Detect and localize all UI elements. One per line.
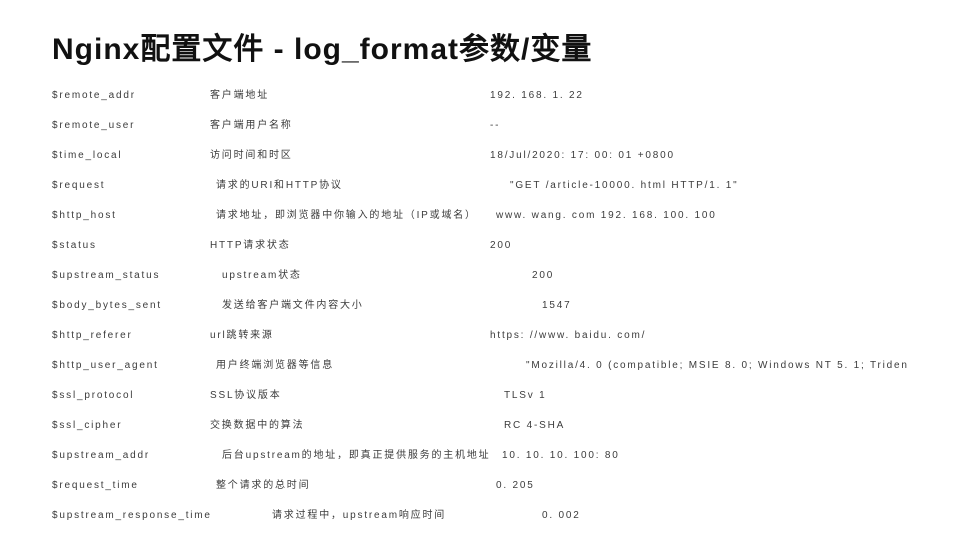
var-example: "GET /article-10000. html HTTP/1. 1" [496, 180, 908, 191]
table-row: $remote_user 客户端用户名称 -- [52, 116, 908, 131]
var-name: $upstream_status [52, 270, 210, 281]
table-row: $http_user_agent 用户终端浏览器等信息 "Mozilla/4. … [52, 356, 908, 371]
var-example: 0. 205 [496, 480, 908, 491]
var-name: $body_bytes_sent [52, 300, 210, 311]
var-desc: 发送给客户端文件内容大小 [210, 296, 502, 311]
var-name: $http_referer [52, 330, 210, 341]
var-example: RC 4-SHA [490, 420, 908, 431]
var-example: 200 [502, 270, 908, 281]
var-example: 1547 [502, 300, 908, 311]
var-desc: 后台upstream的地址，即真正提供服务的主机地址 [210, 446, 502, 461]
var-desc: 客户端地址 [210, 86, 490, 101]
var-example: https: //www. baidu. com/ [490, 330, 908, 341]
var-desc: 客户端用户名称 [210, 116, 490, 131]
table-row: $remote_addr 客户端地址 192. 168. 1. 22 [52, 86, 908, 101]
var-example: 0. 002 [512, 510, 908, 521]
var-example: 10. 10. 10. 100: 80 [502, 450, 908, 461]
var-name: $ssl_cipher [52, 420, 210, 431]
var-name: $upstream_addr [52, 450, 210, 461]
table-row: $body_bytes_sent 发送给客户端文件内容大小 1547 [52, 296, 908, 311]
table-row: $upstream_status upstream状态 200 [52, 266, 908, 281]
param-table: $remote_addr 客户端地址 192. 168. 1. 22 $remo… [52, 86, 908, 521]
page-title: Nginx配置文件 - log_format参数/变量 [52, 24, 908, 68]
slide: Nginx配置文件 - log_format参数/变量 $remote_addr… [0, 0, 960, 521]
var-name: $status [52, 240, 210, 251]
table-row: $http_host 请求地址，即浏览器中你输入的地址（IP或域名） www. … [52, 206, 908, 221]
table-row: $time_local 访问时间和时区 18/Jul/2020: 17: 00:… [52, 146, 908, 161]
var-desc: 请求的URI和HTTP协议 [210, 176, 496, 191]
var-desc: 交换数据中的算法 [210, 416, 490, 431]
var-desc: 请求地址，即浏览器中你输入的地址（IP或域名） [210, 206, 496, 221]
var-name: $remote_addr [52, 90, 210, 101]
var-name: $remote_user [52, 120, 210, 131]
table-row: $upstream_response_time 请求过程中，upstream响应… [52, 506, 908, 521]
var-desc: 用户终端浏览器等信息 [210, 356, 496, 371]
table-row: $upstream_addr 后台upstream的地址，即真正提供服务的主机地… [52, 446, 908, 461]
var-desc: SSL协议版本 [210, 386, 490, 401]
var-desc: 请求过程中，upstream响应时间 [272, 506, 512, 521]
table-row: $request_time 整个请求的总时间 0. 205 [52, 476, 908, 491]
var-example: "Mozilla/4. 0 (compatible; MSIE 8. 0; Wi… [496, 360, 908, 371]
table-row: $ssl_cipher 交换数据中的算法 RC 4-SHA [52, 416, 908, 431]
table-row: $request 请求的URI和HTTP协议 "GET /article-100… [52, 176, 908, 191]
var-name: $request_time [52, 480, 210, 491]
table-row: $status HTTP请求状态 200 [52, 236, 908, 251]
var-desc: 整个请求的总时间 [210, 476, 496, 491]
var-name: $ssl_protocol [52, 390, 210, 401]
var-name: $time_local [52, 150, 210, 161]
var-desc: 访问时间和时区 [210, 146, 490, 161]
var-desc: upstream状态 [210, 266, 502, 281]
table-row: $ssl_protocol SSL协议版本 TLSv 1 [52, 386, 908, 401]
var-example: www. wang. com 192. 168. 100. 100 [496, 210, 908, 221]
var-desc: url跳转来源 [210, 326, 490, 341]
table-row: $http_referer url跳转来源 https: //www. baid… [52, 326, 908, 341]
var-example: TLSv 1 [490, 390, 908, 401]
var-name: $http_host [52, 210, 210, 221]
var-example: 192. 168. 1. 22 [490, 90, 908, 101]
var-name: $upstream_response_time [52, 510, 272, 521]
var-name: $request [52, 180, 210, 191]
var-example: 200 [490, 240, 908, 251]
var-example: -- [490, 120, 908, 131]
var-desc: HTTP请求状态 [210, 236, 490, 251]
var-example: 18/Jul/2020: 17: 00: 01 +0800 [490, 150, 908, 161]
var-name: $http_user_agent [52, 360, 210, 371]
